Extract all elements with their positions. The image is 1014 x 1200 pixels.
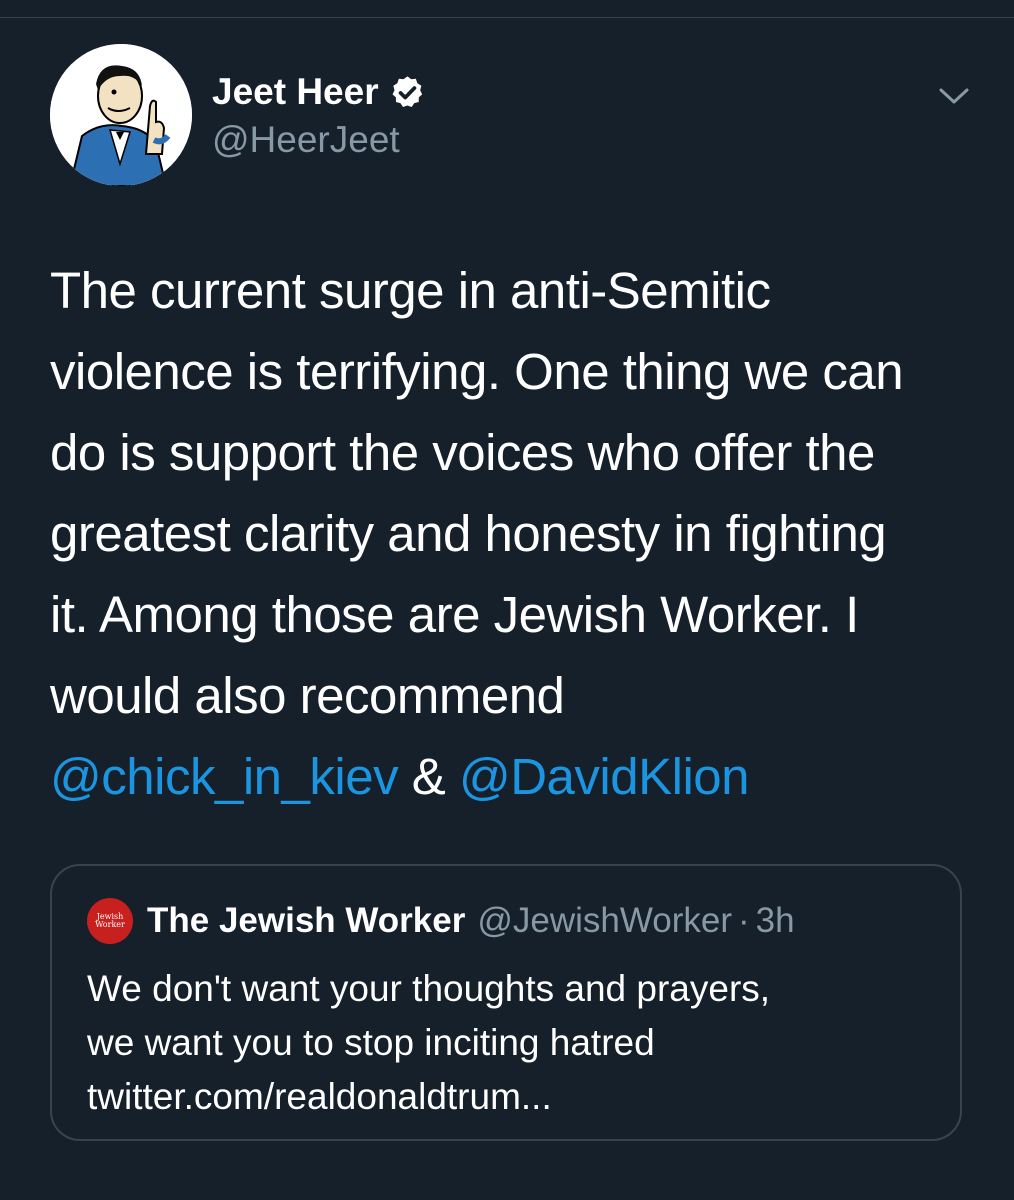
tweet-text: The current surge in anti-Semitic violen…	[50, 250, 980, 817]
tweet-text-line: it. Among those are Jewish Worker. I	[50, 586, 859, 643]
author-handle[interactable]: @HeerJeet	[212, 118, 400, 162]
quoted-link[interactable]: twitter.com/realdonaldtrum...	[87, 1070, 947, 1124]
verified-badge-icon	[389, 74, 426, 111]
tweet-text-line: violence is terrifying. One thing we can	[50, 343, 904, 400]
author-name-row[interactable]: Jeet Heer	[212, 70, 426, 114]
quoted-author-avatar[interactable]: Jewish Worker	[87, 898, 133, 944]
quoted-text-line: We don't want your thoughts and prayers,	[87, 968, 771, 1009]
quoted-avatar-text: Worker	[95, 920, 125, 929]
quoted-text-line: we want you to stop inciting hatred	[87, 1022, 655, 1063]
author-avatar[interactable]	[50, 44, 192, 186]
mention-link-davidklion[interactable]: @DavidKlion	[459, 748, 750, 805]
chevron-down-icon[interactable]	[935, 82, 973, 110]
tweet-text-line: would also recommend	[50, 667, 565, 724]
quoted-tweet-header: Jewish Worker The Jewish Worker @JewishW…	[87, 898, 795, 944]
quoted-timestamp[interactable]: 3h	[756, 900, 795, 942]
author-avatar-illustration	[50, 44, 192, 186]
quoted-tweet-card[interactable]: Jewish Worker The Jewish Worker @JewishW…	[50, 864, 962, 1141]
mention-link-chick-in-kiev[interactable]: @chick_in_kiev	[50, 748, 399, 805]
mentions-line: @chick_in_kiev & @DavidKlion	[50, 736, 980, 817]
tweet-text-line: do is support the voices who offer the	[50, 424, 875, 481]
mention-joiner: &	[398, 748, 459, 805]
quoted-author-name[interactable]: The Jewish Worker	[147, 900, 465, 942]
dot-separator: ·	[738, 901, 750, 940]
author-name[interactable]: Jeet Heer	[212, 70, 379, 114]
tweet-text-line: The current surge in anti-Semitic	[50, 262, 771, 319]
quoted-author-handle[interactable]: @JewishWorker	[477, 900, 732, 942]
top-divider	[0, 17, 1014, 18]
tweet-text-line: greatest clarity and honesty in fighting	[50, 505, 887, 562]
quoted-tweet-text: We don't want your thoughts and prayers,…	[87, 962, 947, 1124]
